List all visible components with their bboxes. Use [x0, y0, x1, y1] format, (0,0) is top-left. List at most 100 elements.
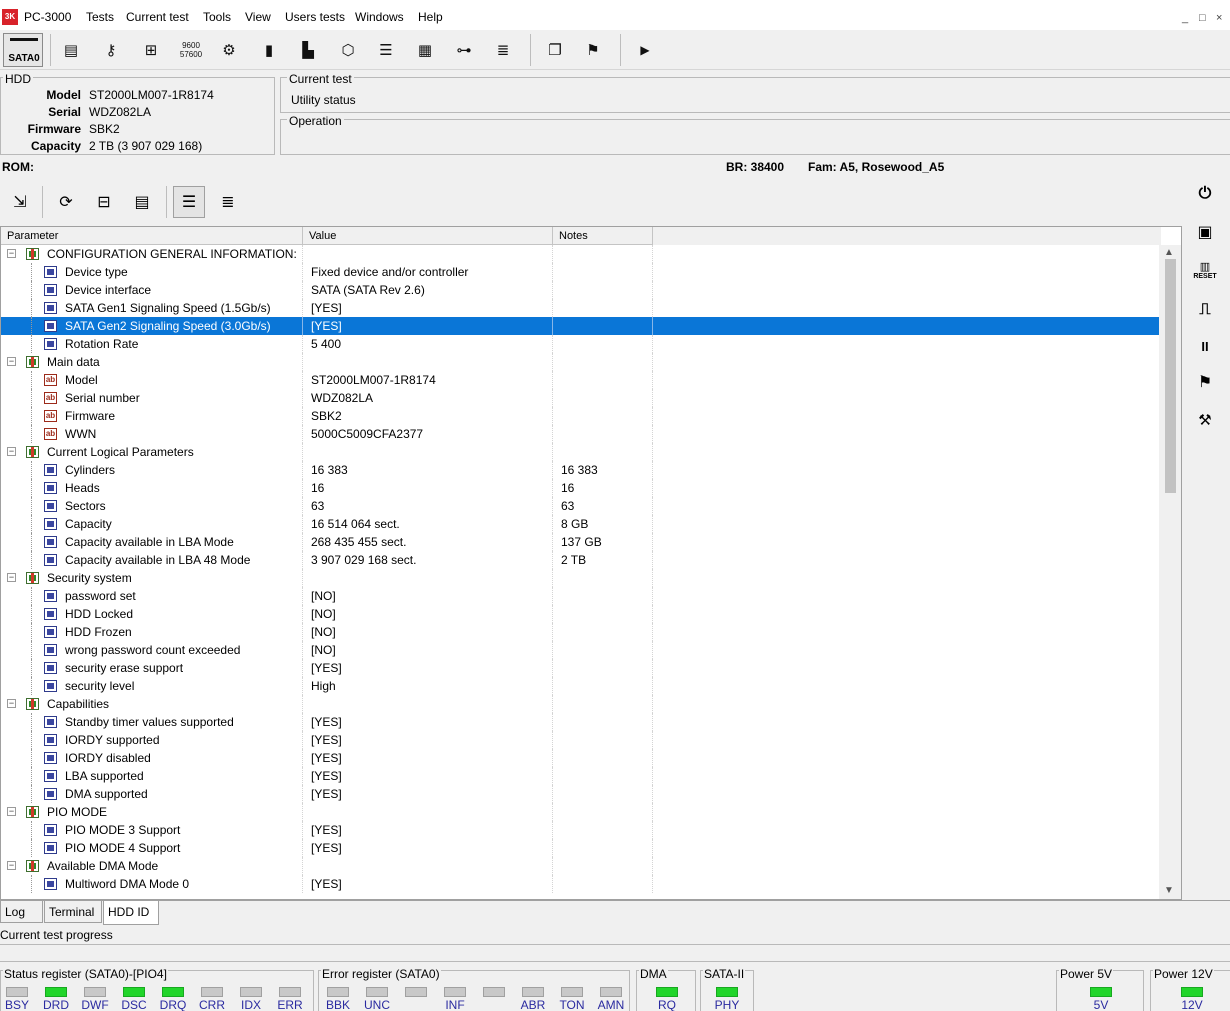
serial-value: WDZ082LA — [89, 105, 152, 119]
column-divider — [652, 767, 653, 785]
menu-current-test[interactable]: Current test — [126, 10, 189, 24]
board-icon[interactable]: ▣ — [1188, 218, 1222, 246]
sata0-port-button[interactable]: SATA0 — [3, 33, 43, 67]
table-row[interactable]: Standby timer values supported [YES] — [1, 713, 1159, 731]
table-group-row[interactable]: − Available DMA Mode — [1, 857, 1159, 875]
table-row[interactable]: DMA supported [YES] — [1, 785, 1159, 803]
column-header-notes[interactable]: Notes — [553, 227, 653, 245]
table-row[interactable]: security erase support [YES] — [1, 659, 1159, 677]
menu-help[interactable]: Help — [418, 10, 443, 24]
table-group-row[interactable]: − CONFIGURATION GENERAL INFORMATION: — [1, 245, 1159, 263]
scroll-up-icon[interactable]: ▲ — [1164, 247, 1174, 258]
reset-icon[interactable]: ▥ RESET — [1188, 256, 1222, 284]
restore-button[interactable]: □ — [1199, 12, 1206, 24]
table-row[interactable]: Cylinders 16 383 16 383 — [1, 461, 1159, 479]
table-row[interactable]: Capacity 16 514 064 sect. 8 GB — [1, 515, 1159, 533]
network-icon[interactable]: ⊞ — [136, 34, 166, 66]
scroll-down-icon[interactable]: ▼ — [1164, 885, 1174, 896]
table-row[interactable]: ab Firmware SBK2 — [1, 407, 1159, 425]
refresh-icon[interactable]: ⟳ — [50, 186, 82, 218]
table-row[interactable]: Capacity available in LBA 48 Mode 3 907 0… — [1, 551, 1159, 569]
table-row[interactable]: HDD Locked [NO] — [1, 605, 1159, 623]
grid-icon[interactable]: ▦ — [410, 34, 440, 66]
table-row[interactable]: ab WWN 5000C5009CFA2377 — [1, 425, 1159, 443]
table-row[interactable]: PIO MODE 4 Support [YES] — [1, 839, 1159, 857]
menu-view[interactable]: View — [245, 10, 271, 24]
menu-users-tests[interactable]: Users tests — [285, 10, 345, 24]
tab-log[interactable]: Log — [0, 901, 43, 923]
table-row[interactable]: Rotation Rate 5 400 — [1, 335, 1159, 353]
table-group-row[interactable]: − Security system — [1, 569, 1159, 587]
vertical-scrollbar[interactable]: ▲ ▼ — [1159, 245, 1181, 899]
hierarchy-icon[interactable]: ⊶ — [449, 34, 479, 66]
table-row[interactable]: HDD Frozen [NO] — [1, 623, 1159, 641]
grid-param-icon — [44, 644, 57, 656]
table-row[interactable]: Device interface SATA (SATA Rev 2.6) — [1, 281, 1159, 299]
table-row[interactable]: IORDY supported [YES] — [1, 731, 1159, 749]
status-led — [327, 987, 349, 997]
table-row[interactable]: PIO MODE 3 Support [YES] — [1, 821, 1159, 839]
table-group-row[interactable]: − Main data — [1, 353, 1159, 371]
table-row[interactable]: ab Model ST2000LM007-1R8174 — [1, 371, 1159, 389]
table-group-row[interactable]: − Current Logical Parameters — [1, 443, 1159, 461]
table-row[interactable]: SATA Gen2 Signaling Speed (3.0Gb/s) [YES] — [1, 317, 1159, 335]
table-row[interactable]: IORDY disabled [YES] — [1, 749, 1159, 767]
play-icon[interactable]: ▶ — [630, 34, 660, 66]
collapse-icon[interactable]: − — [7, 699, 16, 708]
save-icon[interactable]: ⊟ — [88, 186, 120, 218]
chip-icon[interactable]: ▮ — [254, 34, 284, 66]
table-row[interactable]: password set [NO] — [1, 587, 1159, 605]
minimize-button[interactable]: _ — [1182, 12, 1188, 24]
column-header-value[interactable]: Value — [303, 227, 553, 245]
table-row[interactable]: Multiword DMA Mode 0 [YES] — [1, 875, 1159, 893]
table-row[interactable]: LBA supported [YES] — [1, 767, 1159, 785]
baud-icon[interactable]: 9600 57600 — [176, 34, 206, 66]
table-row[interactable]: ab Serial number WDZ082LA — [1, 389, 1159, 407]
column-divider — [552, 623, 553, 641]
menu-tests[interactable]: Tests — [86, 10, 114, 24]
collapse-icon[interactable]: − — [7, 249, 16, 258]
table-row[interactable]: security level High — [1, 677, 1159, 695]
key-icon[interactable]: ⚷ — [96, 34, 126, 66]
collapse-icon[interactable]: − — [7, 357, 16, 366]
tab-terminal[interactable]: Terminal — [44, 901, 102, 923]
menu-windows[interactable]: Windows — [355, 10, 404, 24]
table-row[interactable]: wrong password count exceeded [NO] — [1, 641, 1159, 659]
signal-icon[interactable]: ⎍ — [1188, 296, 1222, 324]
barcode-doc-icon[interactable]: ▙ — [293, 34, 323, 66]
close-button[interactable]: × — [1216, 12, 1222, 24]
table-row[interactable]: Device type Fixed device and/or controlle… — [1, 263, 1159, 281]
column-divider — [652, 749, 653, 767]
person-icon[interactable]: ⚑ — [578, 34, 608, 66]
parameter-cell: PIO MODE 4 Support — [65, 841, 181, 855]
collapse-icon[interactable]: − — [7, 861, 16, 870]
tree-view-icon[interactable]: ☰ — [173, 186, 205, 218]
pause-icon[interactable]: II — [1188, 332, 1222, 360]
gear-cluster-icon[interactable]: ⚙ — [214, 34, 244, 66]
scroll-icon[interactable]: ▤ — [56, 34, 86, 66]
list-icon[interactable]: ≣ — [488, 34, 518, 66]
collapse-icon[interactable]: − — [7, 807, 16, 816]
table-row[interactable]: SATA Gen1 Signaling Speed (1.5Gb/s) [YES] — [1, 299, 1159, 317]
hex-view-icon[interactable]: ≣ — [212, 186, 244, 218]
table-group-row[interactable]: − PIO MODE — [1, 803, 1159, 821]
collapse-icon[interactable]: − — [7, 573, 16, 582]
scroll-thumb[interactable] — [1165, 259, 1176, 493]
table-row[interactable]: Capacity available in LBA Mode 268 435 45… — [1, 533, 1159, 551]
collapse-icon[interactable]: − — [7, 447, 16, 456]
table-row[interactable]: Sectors 63 63 — [1, 497, 1159, 515]
stack-icon[interactable]: ☰ — [371, 34, 401, 66]
tab-hdd-id[interactable]: HDD ID — [103, 901, 159, 925]
menu-tools[interactable]: Tools — [203, 10, 231, 24]
table-row[interactable]: Heads 16 16 — [1, 479, 1159, 497]
export-icon[interactable]: ⇲ — [4, 186, 36, 218]
document-icon[interactable]: ▤ — [126, 186, 158, 218]
tools-icon[interactable]: ⚒ — [1188, 406, 1222, 434]
copy-icon[interactable]: ❐ — [540, 34, 570, 66]
grid-param-icon — [44, 842, 57, 854]
column-header-parameter[interactable]: Parameter — [1, 227, 303, 245]
table-group-row[interactable]: − Capabilities — [1, 695, 1159, 713]
flag-icon[interactable]: ⚑ — [1188, 368, 1222, 396]
box-icon[interactable]: ⬡ — [333, 34, 363, 66]
power-icon[interactable]: ⏻ — [1188, 180, 1222, 208]
